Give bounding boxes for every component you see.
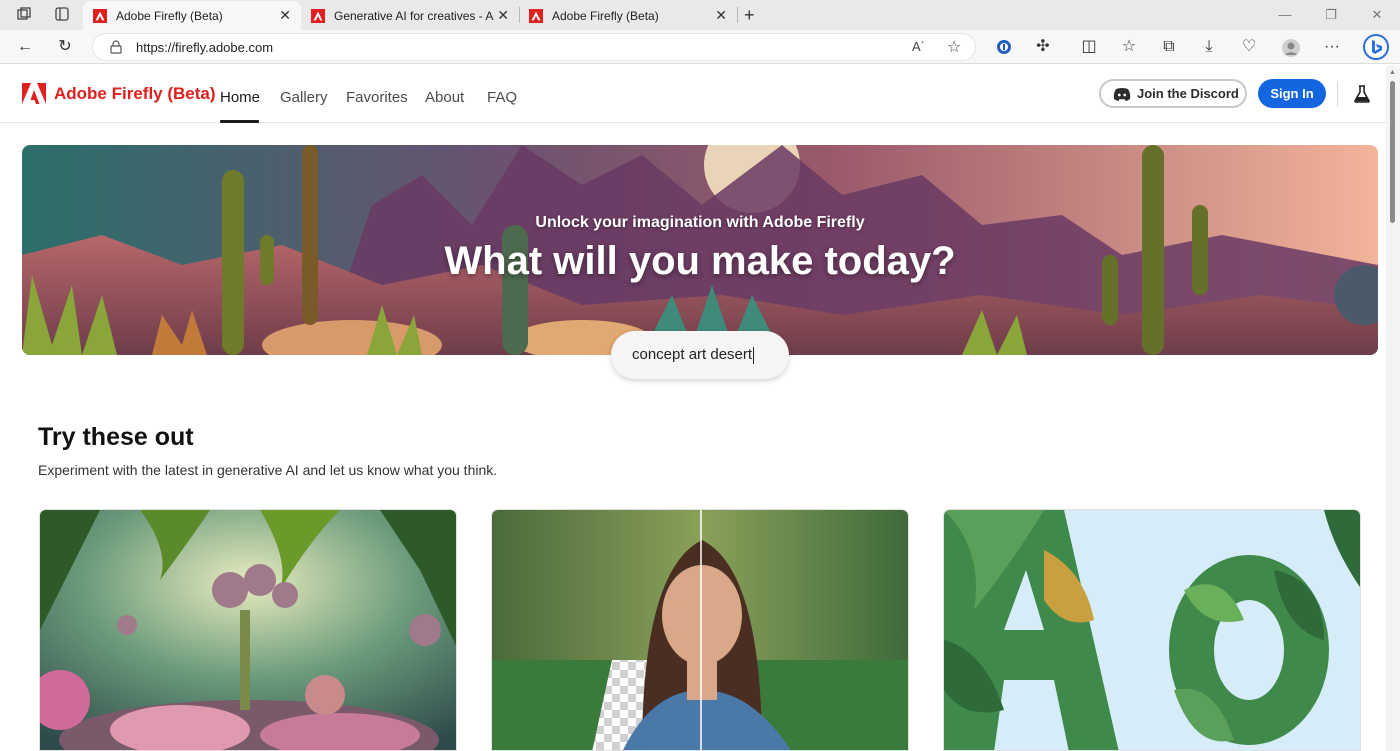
discord-icon: [1113, 87, 1131, 101]
close-window-icon[interactable]: ✕: [1354, 0, 1400, 30]
tab-title: Generative AI for creatives - Ado: [334, 8, 494, 23]
tab-actions-icon[interactable]: [53, 6, 71, 24]
discord-label: Join the Discord: [1137, 86, 1239, 101]
brand-name: Adobe Firefly (Beta): [54, 83, 216, 103]
split-screen-icon[interactable]: ◫: [1080, 38, 1098, 56]
tab-title: Adobe Firefly (Beta): [116, 8, 223, 23]
nav-gallery[interactable]: Gallery: [280, 89, 328, 106]
browser-tab-2[interactable]: Generative AI for creatives - Ado ✕: [301, 1, 519, 30]
new-tab-icon[interactable]: +: [744, 5, 755, 26]
tab-close-icon[interactable]: ✕: [279, 7, 291, 24]
prompt-text: concept art desert: [632, 346, 753, 363]
adobe-favicon-icon: [93, 8, 107, 23]
browser-toolbar: ← ↻ https://firefly.adobe.com Aᐝ ☆ ✣ ◫ ☆…: [0, 30, 1400, 64]
url-text: https://firefly.adobe.com: [136, 40, 274, 55]
more-icon[interactable]: ···: [1323, 38, 1341, 56]
nav-faq[interactable]: FAQ: [487, 89, 517, 106]
window-controls: — ❐ ✕: [1262, 0, 1400, 30]
scrollbar-thumb[interactable]: [1390, 81, 1395, 223]
header-divider: [1337, 81, 1338, 107]
feature-card-text-to-image[interactable]: [39, 509, 457, 751]
collections-icon[interactable]: ⧉: [1160, 38, 1178, 56]
hero-title: What will you make today?: [444, 239, 956, 283]
portrait-background-removal-image: [492, 510, 908, 750]
brand-link[interactable]: Adobe Firefly (Beta): [22, 83, 216, 104]
health-icon[interactable]: ♡: [1240, 38, 1258, 56]
scroll-up-icon[interactable]: ▲: [1389, 69, 1396, 76]
feature-card-generative-fill[interactable]: [491, 509, 909, 751]
leafy-letters-image: [944, 510, 1360, 750]
adobe-favicon-icon: [311, 8, 325, 23]
download-icon[interactable]: ⤓: [1200, 38, 1218, 56]
extension-icon[interactable]: ✣: [1034, 38, 1052, 56]
password-manager-icon[interactable]: [995, 38, 1013, 56]
prompt-input[interactable]: concept art desert: [611, 331, 789, 379]
back-icon[interactable]: ←: [16, 38, 34, 56]
workspaces-icon[interactable]: [15, 6, 33, 24]
lock-icon[interactable]: [110, 40, 122, 54]
browser-tab-strip: Adobe Firefly (Beta) ✕ Generative AI for…: [0, 0, 1400, 30]
flask-icon[interactable]: [1354, 85, 1370, 103]
favorite-star-icon[interactable]: ☆: [947, 37, 961, 57]
nav-about[interactable]: About: [425, 89, 464, 106]
site-header: Adobe Firefly (Beta) Home Gallery Favori…: [0, 65, 1386, 123]
tab-title: Adobe Firefly (Beta): [552, 8, 659, 23]
page-scrollbar[interactable]: ▲: [1386, 65, 1400, 751]
sign-in-button[interactable]: Sign In: [1258, 79, 1326, 108]
adobe-logo-icon: [22, 83, 46, 104]
fantasy-garden-image: [40, 510, 456, 750]
restore-icon[interactable]: ❐: [1308, 0, 1354, 30]
refresh-icon[interactable]: ↻: [56, 38, 74, 56]
browser-tab-3[interactable]: Adobe Firefly (Beta) ✕: [519, 1, 737, 30]
text-caret: [753, 346, 755, 364]
favorites-icon[interactable]: ☆: [1120, 38, 1138, 56]
section-subtitle: Experiment with the latest in generative…: [38, 462, 498, 478]
minimize-icon[interactable]: —: [1262, 0, 1308, 30]
join-discord-button[interactable]: Join the Discord: [1099, 79, 1247, 108]
nav-favorites[interactable]: Favorites: [346, 89, 408, 106]
browser-tab-1[interactable]: Adobe Firefly (Beta) ✕: [83, 1, 301, 30]
bing-icon[interactable]: [1363, 34, 1389, 60]
section-title: Try these out: [38, 423, 194, 451]
tab-separator: [737, 7, 738, 23]
nav-home[interactable]: Home: [220, 89, 260, 106]
tab-close-icon[interactable]: ✕: [715, 7, 727, 24]
feature-card-text-effects[interactable]: [943, 509, 1361, 751]
profile-icon[interactable]: [1281, 38, 1300, 57]
hero-subtitle: Unlock your imagination with Adobe Firef…: [535, 214, 865, 231]
address-bar[interactable]: https://firefly.adobe.com Aᐝ ☆: [92, 33, 976, 61]
hero-banner: Unlock your imagination with Adobe Firef…: [22, 145, 1378, 355]
tab-close-icon[interactable]: ✕: [497, 7, 509, 24]
read-aloud-icon[interactable]: Aᐝ: [912, 39, 924, 55]
adobe-favicon-icon: [529, 8, 543, 23]
active-nav-indicator: [220, 120, 259, 123]
